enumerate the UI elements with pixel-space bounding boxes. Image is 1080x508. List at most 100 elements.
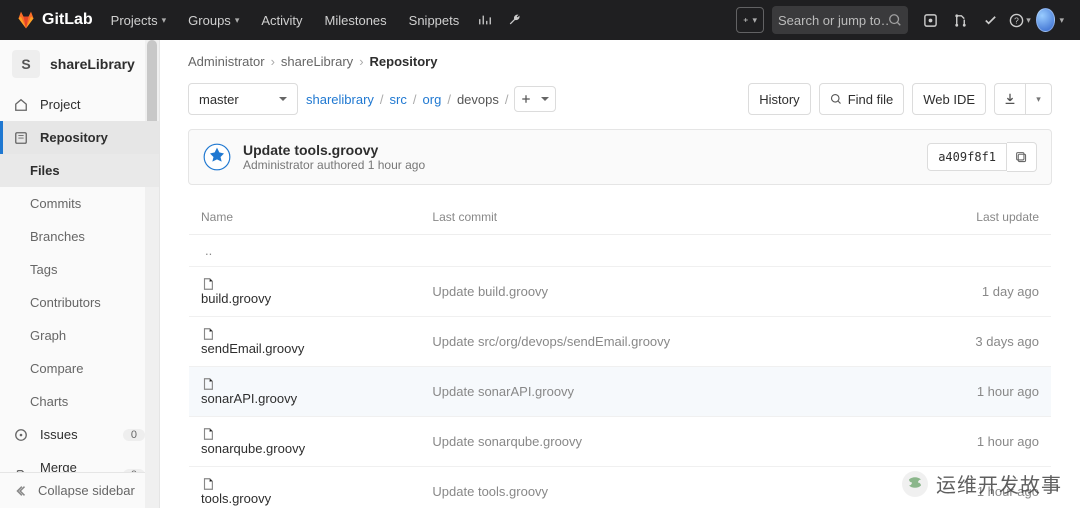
file-time-cell: 1 hour ago	[893, 417, 1052, 467]
parent-directory-row[interactable]: ..	[189, 235, 1052, 267]
file-time-cell: 1 day ago	[893, 267, 1052, 317]
last-commit-card: Update tools.groovy Administrator author…	[188, 129, 1052, 185]
file-commit-cell[interactable]: Update sonarqube.groovy	[420, 417, 892, 467]
new-menu-button[interactable]: ▾	[736, 7, 764, 33]
file-name-cell[interactable]: tools.groovy	[189, 467, 421, 508]
nav-groups[interactable]: Groups▾	[178, 7, 249, 34]
nav-analytics-icon[interactable]	[471, 6, 499, 34]
brand[interactable]: GitLab	[16, 10, 93, 30]
issues-count-badge: 0	[123, 429, 145, 441]
copy-icon	[1015, 151, 1028, 164]
branch-selector[interactable]: master	[188, 83, 298, 115]
sidebar-item-repository[interactable]: Repository	[0, 121, 159, 154]
file-icon	[201, 277, 215, 291]
col-commit: Last commit	[420, 200, 892, 235]
project-avatar: S	[12, 50, 40, 78]
commit-subline: Administrator authored 1 hour ago	[243, 158, 425, 172]
commit-avatar-icon	[203, 143, 231, 171]
sidebar-subitem-tags[interactable]: Tags	[0, 253, 159, 286]
sidebar-item-project[interactable]: Project	[0, 88, 159, 121]
breadcrumb-item[interactable]: shareLibrary	[281, 54, 353, 69]
download-button-group: ▾	[994, 83, 1052, 115]
file-name-cell[interactable]: sendEmail.groovy	[189, 317, 421, 367]
sidebar-item-label: Project	[40, 97, 80, 112]
main-content: Administrator › shareLibrary › Repositor…	[160, 40, 1080, 508]
todos-shortcut-icon[interactable]	[976, 6, 1004, 34]
repo-toolbar: master sharelibrary/ src/ org/ devops/ H…	[188, 83, 1052, 129]
sidebar-item-merge-requests[interactable]: Merge Requests 0	[0, 451, 159, 472]
file-commit-cell[interactable]: Update src/org/devops/sendEmail.groovy	[420, 317, 892, 367]
download-icon	[1003, 92, 1017, 106]
sidebar-subitem-commits[interactable]: Commits	[0, 187, 159, 220]
file-name-cell[interactable]: sonarqube.groovy	[189, 417, 421, 467]
nav-wrench-icon[interactable]	[501, 6, 529, 34]
path-segment[interactable]: sharelibrary	[306, 92, 374, 107]
breadcrumb-item-current: Repository	[370, 54, 438, 69]
sidebar-item-issues[interactable]: Issues 0	[0, 418, 159, 451]
web-ide-button[interactable]: Web IDE	[912, 83, 986, 115]
history-button[interactable]: History	[748, 83, 810, 115]
commit-info: Update tools.groovy Administrator author…	[243, 142, 425, 172]
sidebar-subitem-files[interactable]: Files	[0, 154, 159, 187]
col-name: Name	[189, 200, 421, 235]
search-icon	[830, 93, 842, 105]
commit-title[interactable]: Update tools.groovy	[243, 142, 425, 158]
search-box[interactable]	[772, 6, 908, 34]
brand-label: GitLab	[42, 11, 93, 29]
nav-snippets[interactable]: Snippets	[399, 7, 470, 34]
sidebar-item-label: Repository	[40, 130, 108, 145]
breadcrumb: Administrator › shareLibrary › Repositor…	[188, 52, 1052, 83]
nav-projects[interactable]: Projects▾	[101, 7, 177, 34]
table-row[interactable]: sendEmail.groovyUpdate src/org/devops/se…	[189, 317, 1052, 367]
find-file-button[interactable]: Find file	[819, 83, 905, 115]
download-button[interactable]	[994, 83, 1026, 115]
home-icon	[14, 98, 28, 112]
table-row[interactable]: build.groovyUpdate build.groovy1 day ago	[189, 267, 1052, 317]
project-header[interactable]: S shareLibrary	[0, 40, 159, 88]
sidebar-subitem-charts[interactable]: Charts	[0, 385, 159, 418]
sidebar: S shareLibrary Project Repository FilesC…	[0, 40, 160, 508]
commit-sha-group: a409f8f1	[927, 142, 1037, 172]
issues-shortcut-icon[interactable]	[916, 6, 944, 34]
breadcrumb-item[interactable]: Administrator	[188, 54, 265, 69]
file-icon	[201, 477, 215, 491]
merge-requests-shortcut-icon[interactable]	[946, 6, 974, 34]
file-name-cell[interactable]: sonarAPI.groovy	[189, 367, 421, 417]
sidebar-subitem-graph[interactable]: Graph	[0, 319, 159, 352]
path-segment[interactable]: src	[390, 92, 407, 107]
collapse-sidebar[interactable]: Collapse sidebar	[0, 472, 159, 508]
nav-milestones[interactable]: Milestones	[315, 7, 397, 34]
sidebar-item-label: Merge Requests	[40, 460, 111, 472]
collapse-label: Collapse sidebar	[38, 483, 135, 498]
top-navbar: GitLab Projects▾ Groups▾ Activity Milest…	[0, 0, 1080, 40]
file-commit-cell[interactable]: Update sonarAPI.groovy	[420, 367, 892, 417]
commit-sha[interactable]: a409f8f1	[927, 143, 1007, 171]
table-row[interactable]: sonarqube.groovyUpdate sonarqube.groovy1…	[189, 417, 1052, 467]
file-commit-cell[interactable]: Update tools.groovy	[420, 467, 892, 508]
add-file-button[interactable]	[514, 86, 556, 112]
file-icon	[201, 377, 215, 391]
topnav-right: ▾ ?▾ ▾	[736, 6, 1064, 34]
sidebar-subitem-compare[interactable]: Compare	[0, 352, 159, 385]
path-breadcrumb: sharelibrary/ src/ org/ devops/	[306, 86, 556, 112]
merge-request-icon	[14, 468, 28, 472]
topnav-left: GitLab Projects▾ Groups▾ Activity Milest…	[16, 6, 529, 34]
copy-sha-button[interactable]	[1007, 142, 1037, 172]
help-menu-icon[interactable]: ?▾	[1006, 6, 1034, 34]
file-name-cell[interactable]: build.groovy	[189, 267, 421, 317]
col-update: Last update	[893, 200, 1052, 235]
sidebar-subitem-branches[interactable]: Branches	[0, 220, 159, 253]
nav-activity[interactable]: Activity	[251, 7, 312, 34]
user-menu[interactable]: ▾	[1036, 6, 1064, 34]
user-avatar-icon	[1036, 8, 1055, 32]
path-segment[interactable]: org	[423, 92, 442, 107]
repo-icon	[14, 131, 28, 145]
svg-text:?: ?	[1014, 15, 1019, 25]
search-input[interactable]	[778, 13, 888, 28]
file-commit-cell[interactable]: Update build.groovy	[420, 267, 892, 317]
table-row[interactable]: sonarAPI.groovyUpdate sonarAPI.groovy1 h…	[189, 367, 1052, 417]
download-dropdown[interactable]: ▾	[1026, 83, 1052, 115]
file-table: Name Last commit Last update .. build.gr…	[188, 199, 1052, 508]
sidebar-subitem-contributors[interactable]: Contributors	[0, 286, 159, 319]
file-icon	[201, 427, 215, 441]
